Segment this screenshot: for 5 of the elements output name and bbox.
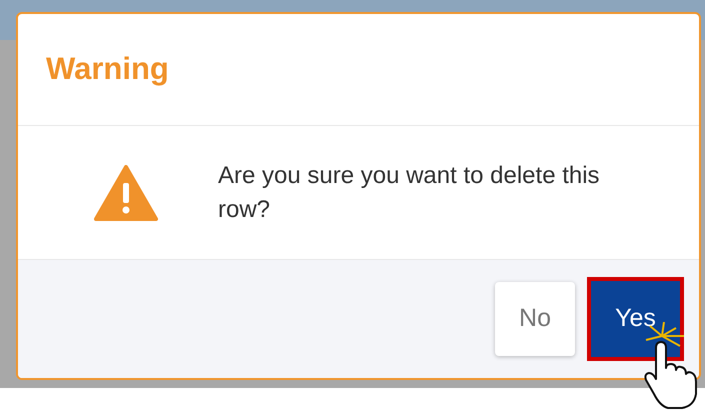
confirm-button[interactable]: Yes: [587, 277, 684, 361]
warning-icon: [94, 164, 158, 220]
dialog-title: Warning: [46, 50, 169, 88]
cancel-button[interactable]: No: [495, 282, 575, 356]
dialog-message: Are you sure you want to delete this row?: [218, 160, 601, 224]
